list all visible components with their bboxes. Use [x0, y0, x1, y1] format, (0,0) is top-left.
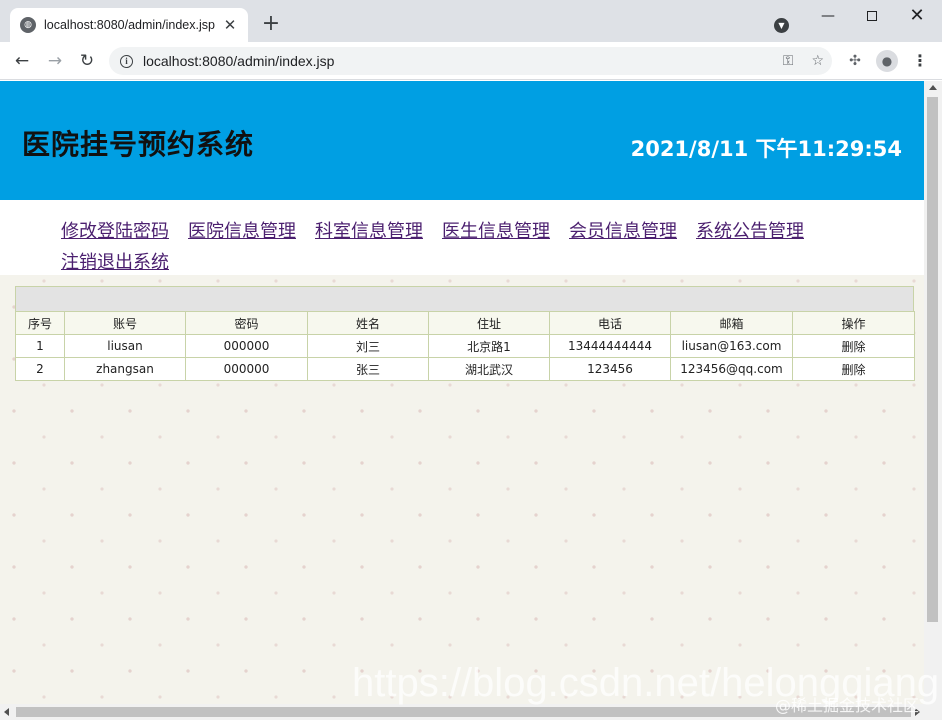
- site-title: 医院挂号预约系统: [22, 128, 255, 161]
- tab-strip: ◍ localhost:8080/admin/index.jsp ✕ + ▼ —…: [0, 0, 942, 42]
- main-nav: 修改登陆密码 医院信息管理 科室信息管理 医生信息管理 会员信息管理 系统公告管理注销退出…: [0, 200, 924, 275]
- menu-icon[interactable]: ⋮: [910, 50, 930, 72]
- table-title-bar: [15, 286, 914, 311]
- nav-member-info[interactable]: 会员信息管理: [569, 216, 677, 247]
- cell-email: 123456@qq.com: [670, 357, 793, 381]
- nav-announcement[interactable]: 系统公告管理: [696, 216, 804, 247]
- delete-link[interactable]: 删除: [792, 334, 915, 358]
- maximize-button[interactable]: [850, 4, 894, 28]
- address-bar[interactable]: i localhost:8080/admin/index.jsp ⚿ ☆: [109, 47, 832, 75]
- cell-address: 北京路1: [428, 334, 550, 358]
- forward-icon[interactable]: →: [43, 49, 67, 73]
- table-header-row: 序号 账号 密码 姓名 住址 电话 邮箱 操作: [15, 311, 915, 335]
- close-window-button[interactable]: ✕: [895, 4, 939, 28]
- cell-account: liusan: [64, 334, 186, 358]
- col-header: 姓名: [307, 311, 429, 335]
- cell-password: 000000: [185, 357, 308, 381]
- col-header: 序号: [15, 311, 65, 335]
- col-header: 密码: [185, 311, 308, 335]
- cell-address: 湖北武汉: [428, 357, 550, 381]
- globe-icon: ◍: [20, 17, 36, 33]
- url-text[interactable]: localhost:8080/admin/index.jsp: [143, 53, 334, 69]
- page-viewport: 医院挂号预约系统 2021/8/11 下午11:29:54 修改登陆密码 医院信息…: [0, 81, 924, 704]
- back-icon[interactable]: ←: [10, 49, 34, 73]
- col-header: 电话: [549, 311, 671, 335]
- nav-change-password[interactable]: 修改登陆密码: [61, 216, 169, 247]
- tab-title: localhost:8080/admin/index.jsp: [44, 18, 215, 32]
- key-icon[interactable]: ⚿: [783, 50, 794, 72]
- cell-name: 刘三: [307, 334, 429, 358]
- profile-icon[interactable]: ●: [876, 50, 898, 72]
- cell-phone: 123456: [549, 357, 671, 381]
- scroll-left-arrow-icon[interactable]: [4, 708, 9, 716]
- clock: 2021/8/11 下午11:29:54: [630, 137, 902, 161]
- vertical-scrollbar[interactable]: [924, 81, 942, 704]
- vertical-scroll-thumb[interactable]: [927, 97, 938, 622]
- cell-email: liusan@163.com: [670, 334, 793, 358]
- nav-department-info[interactable]: 科室信息管理: [315, 216, 423, 247]
- tab-search-icon[interactable]: ▼: [774, 18, 789, 33]
- tab-close-icon[interactable]: ✕: [222, 16, 238, 34]
- table-row: 2 zhangsan 000000 张三 湖北武汉 123456 123456@…: [15, 357, 915, 381]
- table-row: 1 liusan 000000 刘三 北京路1 13444444444 lius…: [15, 334, 915, 358]
- cell-name: 张三: [307, 357, 429, 381]
- browser-toolbar: ← → ↻ i localhost:8080/admin/index.jsp ⚿…: [0, 42, 942, 80]
- cell-account: zhangsan: [64, 357, 186, 381]
- scroll-up-arrow-icon[interactable]: [929, 85, 937, 90]
- col-header: 住址: [428, 311, 550, 335]
- browser-tab[interactable]: ◍ localhost:8080/admin/index.jsp ✕: [10, 8, 248, 42]
- star-icon[interactable]: ☆: [811, 50, 824, 72]
- new-tab-button[interactable]: +: [260, 12, 282, 36]
- col-header: 邮箱: [670, 311, 793, 335]
- col-header: 账号: [64, 311, 186, 335]
- cell-phone: 13444444444: [549, 334, 671, 358]
- nav-doctor-info[interactable]: 医生信息管理: [442, 216, 550, 247]
- nav-hospital-info[interactable]: 医院信息管理: [188, 216, 296, 247]
- delete-link[interactable]: 删除: [792, 357, 915, 381]
- cell-id: 1: [15, 334, 65, 358]
- cell-password: 000000: [185, 334, 308, 358]
- watermark-community: @稀土掘金技术社区: [775, 696, 920, 715]
- reload-icon[interactable]: ↻: [75, 49, 99, 73]
- col-header: 操作: [792, 311, 915, 335]
- page-header: 医院挂号预约系统 2021/8/11 下午11:29:54: [0, 81, 924, 200]
- member-table: 序号 账号 密码 姓名 住址 电话 邮箱 操作 1 liusan 000000 …: [15, 286, 915, 381]
- cell-id: 2: [15, 357, 65, 381]
- extensions-icon[interactable]: ✣: [845, 50, 865, 72]
- info-icon[interactable]: i: [120, 54, 133, 68]
- minimize-button[interactable]: —: [806, 4, 850, 28]
- nav-logout[interactable]: 注销退出系统: [61, 247, 169, 278]
